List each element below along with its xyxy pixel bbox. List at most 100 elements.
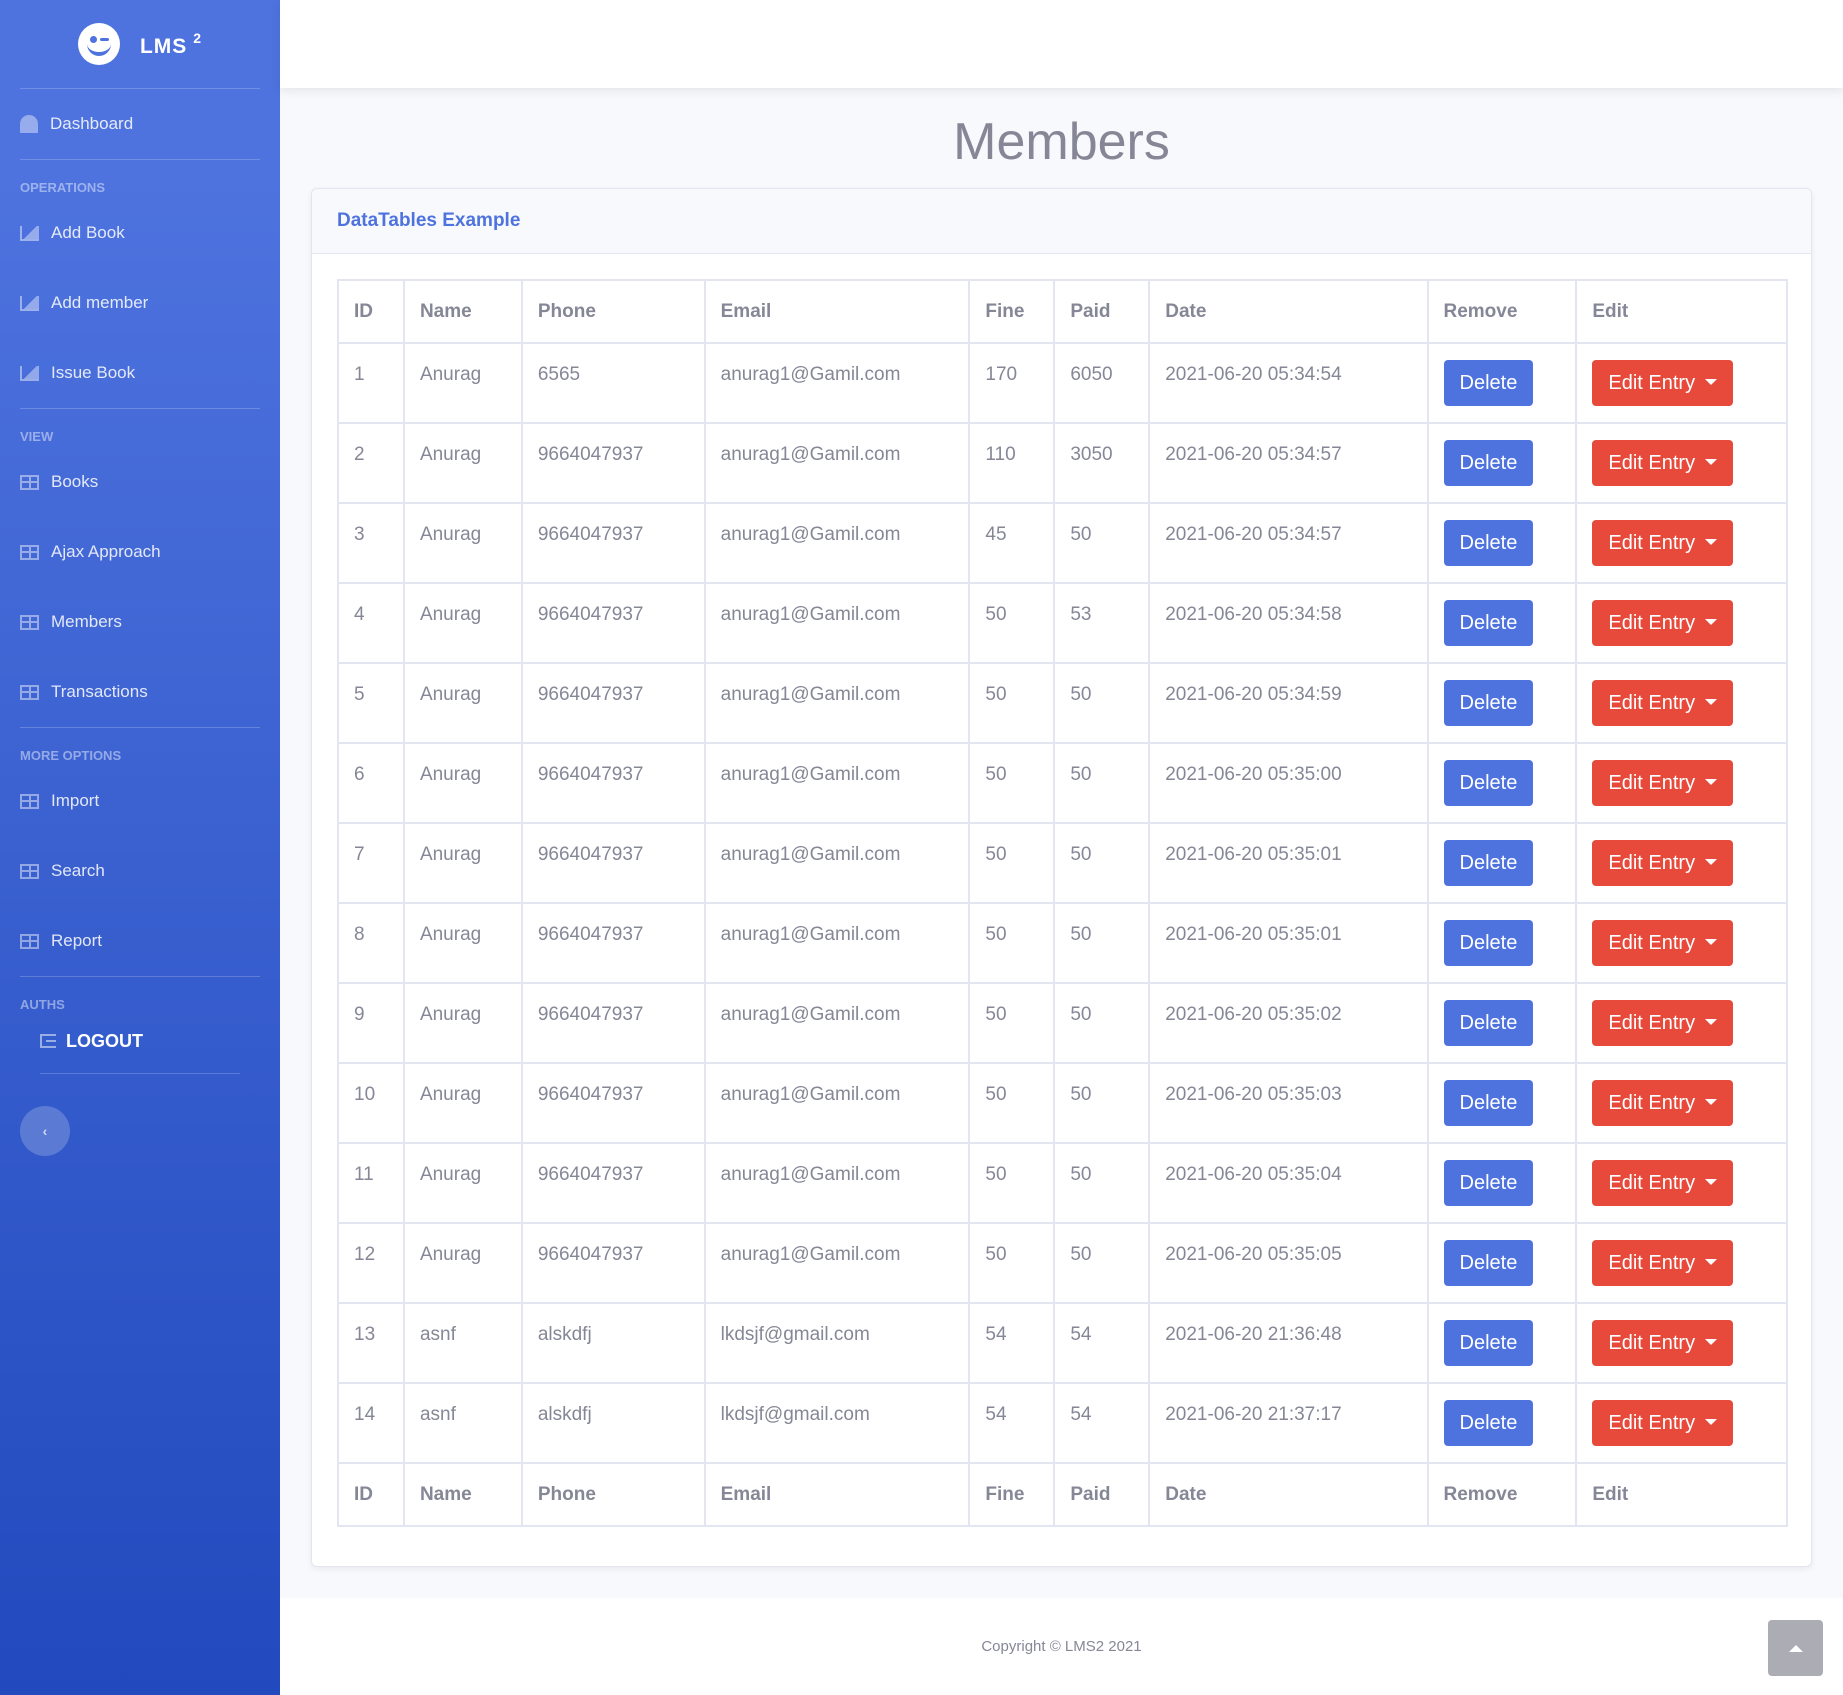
edit-entry-dropdown-button[interactable]: Edit Entry [1592,760,1734,806]
cell-remove: Delete [1426,502,1578,584]
table-row: 1 Anurag 6565 anurag1@Gamil.com 170 6050 2021-… [337,342,1788,424]
sidebar-item-label: Dashboard [50,114,134,133]
logout-link[interactable]: LOGOUT [0,1019,280,1063]
sidebar-item-issue-book[interactable]: Issue Book [0,338,280,408]
edit-entry-label: Edit Entry [1608,1332,1696,1354]
column-header-phone[interactable]: Phone [520,279,706,344]
column-header-fine[interactable]: Fine [968,279,1056,344]
delete-button[interactable]: Delete [1443,760,1534,806]
edit-entry-dropdown-button[interactable]: Edit Entry [1592,600,1734,646]
laugh-wink-icon [77,23,120,65]
column-header-id[interactable]: ID [337,279,405,344]
cell-edit: Edit Entry [1575,342,1788,424]
column-header-date: Date [1148,1462,1429,1527]
edit-entry-dropdown-button[interactable]: Edit Entry [1592,680,1734,726]
sidebar-item-label: Search [51,861,105,880]
cell-phone: 9664047937 [520,1062,706,1144]
edit-entry-dropdown-button[interactable]: Edit Entry [1592,1240,1734,1286]
cell-remove: Delete [1426,902,1578,984]
column-header-remove[interactable]: Remove [1426,279,1578,344]
table-icon [20,544,39,560]
edit-entry-dropdown-button[interactable]: Edit Entry [1592,1320,1734,1366]
cell-id: 3 [337,502,405,584]
cell-name: Anurag [402,342,523,424]
sidebar-item-label: Issue Book [51,363,136,382]
cell-email: anurag1@Gamil.com [703,662,971,744]
sidebar-item-label: Add member [51,293,149,312]
delete-button[interactable]: Delete [1443,520,1534,566]
column-header-email[interactable]: Email [703,279,971,344]
cell-id: 1 [337,342,405,424]
edit-entry-dropdown-button[interactable]: Edit Entry [1592,360,1734,406]
cell-date: 2021-06-20 05:35:00 [1148,742,1429,824]
sidebar-item-dashboard[interactable]: Dashboard [0,89,280,159]
sidebar-item-add-member[interactable]: Add member [0,268,280,338]
sidebar-toggle-button[interactable]: ‹ [20,1106,70,1156]
cell-paid: 54 [1053,1302,1151,1384]
edit-entry-dropdown-button[interactable]: Edit Entry [1592,1160,1734,1206]
edit-entry-dropdown-button[interactable]: Edit Entry [1592,920,1734,966]
cell-paid: 50 [1053,1222,1151,1304]
sidebar-item-add-book[interactable]: Add Book [0,198,280,268]
column-header-date[interactable]: Date [1148,279,1429,344]
cell-date: 2021-06-20 05:35:05 [1148,1222,1429,1304]
delete-button[interactable]: Delete [1443,1240,1534,1286]
cell-id: 2 [337,422,405,504]
cell-phone: 9664047937 [520,662,706,744]
sidebar-item-import[interactable]: Import [0,766,280,836]
edit-entry-label: Edit Entry [1608,1252,1696,1274]
column-header-edit[interactable]: Edit [1575,279,1788,344]
delete-button[interactable]: Delete [1443,1320,1534,1366]
cell-id: 4 [337,582,405,664]
caret-down-icon [1705,1259,1718,1265]
cell-email: anurag1@Gamil.com [703,342,971,424]
sidebar-item-ajax-approach[interactable]: Ajax Approach [0,517,280,587]
table-row: 8 Anurag 9664047937 anurag1@Gamil.com 50 50 20… [337,902,1788,984]
table-row: 13 asnf alskdfj lkdsjf@gmail.com 54 54 2021-06… [337,1302,1788,1384]
brand[interactable]: LMS 2 [0,0,280,88]
column-header-name[interactable]: Name [402,279,523,344]
edit-entry-dropdown-button[interactable]: Edit Entry [1592,520,1734,566]
cell-name: asnf [402,1302,523,1384]
cell-paid: 50 [1053,742,1151,824]
column-header-paid[interactable]: Paid [1053,279,1151,344]
sidebar-item-transactions[interactable]: Transactions [0,657,280,727]
sidebar-item-members[interactable]: Members [0,587,280,657]
edit-entry-dropdown-button[interactable]: Edit Entry [1592,1400,1734,1446]
cell-date: 2021-06-20 05:35:01 [1148,902,1429,984]
delete-button[interactable]: Delete [1443,1160,1534,1206]
caret-down-icon [1705,699,1718,705]
sidebar-item-search[interactable]: Search [0,836,280,906]
delete-button[interactable]: Delete [1443,920,1534,966]
cell-name: Anurag [402,742,523,824]
sidebar-item-report[interactable]: Report [0,906,280,976]
table-body: 1 Anurag 6565 anurag1@Gamil.com 170 6050 2021-… [337,342,1788,1464]
edit-entry-dropdown-button[interactable]: Edit Entry [1592,440,1734,486]
delete-button[interactable]: Delete [1443,1400,1534,1446]
delete-button[interactable]: Delete [1443,440,1534,486]
table-row: 5 Anurag 9664047937 anurag1@Gamil.com 50 50 20… [337,662,1788,744]
delete-button[interactable]: Delete [1443,600,1534,646]
cell-email: anurag1@Gamil.com [703,902,971,984]
table-row: 4 Anurag 9664047937 anurag1@Gamil.com 50 53 20… [337,582,1788,664]
delete-button[interactable]: Delete [1443,1080,1534,1126]
column-header-fine: Fine [968,1462,1056,1527]
delete-button[interactable]: Delete [1443,840,1534,886]
sidebar-item-label: Transactions [51,682,148,701]
cell-phone: 9664047937 [520,422,706,504]
delete-button[interactable]: Delete [1443,680,1534,726]
scroll-to-top-button[interactable] [1768,1620,1823,1676]
cell-fine: 54 [968,1382,1056,1464]
column-header-paid: Paid [1053,1462,1151,1527]
delete-button[interactable]: Delete [1443,1000,1534,1046]
delete-button[interactable]: Delete [1443,360,1534,406]
edit-entry-dropdown-button[interactable]: Edit Entry [1592,840,1734,886]
edit-entry-dropdown-button[interactable]: Edit Entry [1592,1080,1734,1126]
edit-entry-dropdown-button[interactable]: Edit Entry [1592,1000,1734,1046]
sidebar-item-books[interactable]: Books [0,447,280,517]
cell-paid: 6050 [1053,342,1151,424]
cell-remove: Delete [1426,1302,1578,1384]
cell-email: anurag1@Gamil.com [703,502,971,584]
angle-up-icon [1788,1644,1803,1652]
table-icon [20,474,39,490]
